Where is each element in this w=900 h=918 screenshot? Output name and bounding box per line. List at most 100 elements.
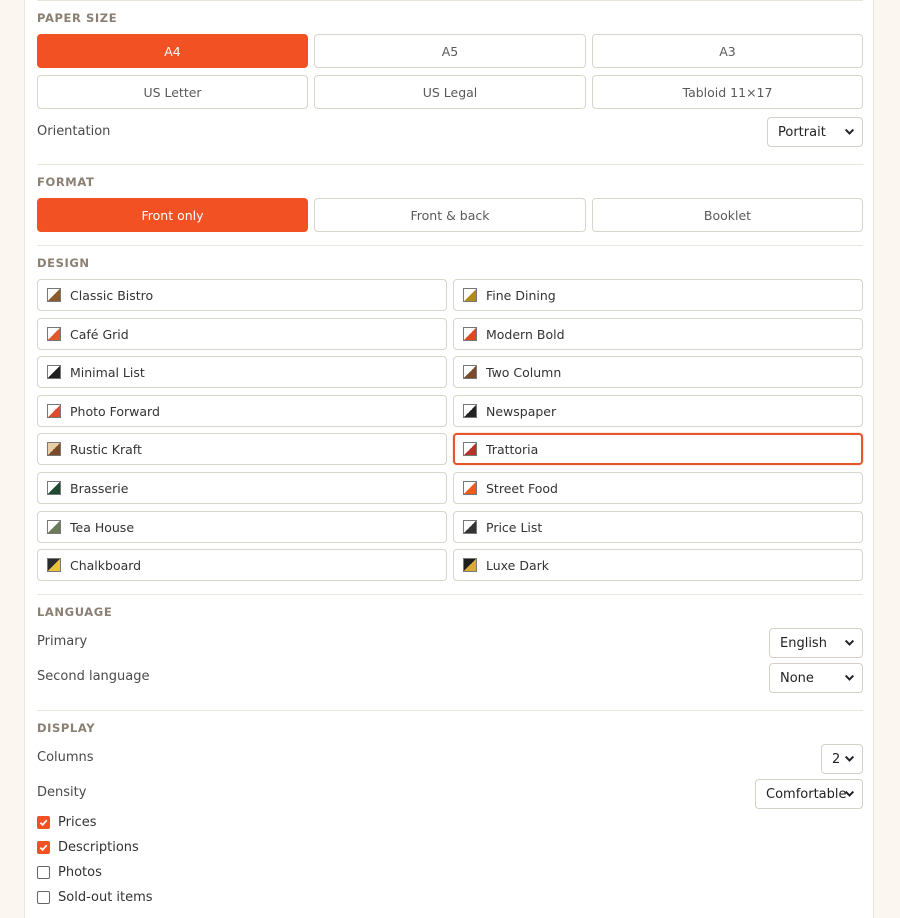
sold-out-items-checkbox[interactable] <box>37 890 50 904</box>
chevron-down-icon <box>844 790 855 797</box>
design-swatch-icon <box>463 558 477 572</box>
checkbox-row-sold-out-items[interactable]: Sold-out items <box>37 888 153 906</box>
design-option-label: Price List <box>486 519 543 535</box>
design-option-label: Modern Bold <box>486 326 565 342</box>
design-option-label: Classic Bistro <box>70 287 154 303</box>
design-swatch-icon <box>47 365 61 379</box>
density-label: Density <box>37 785 87 800</box>
paper-size-tabloid-button[interactable]: Tabloid 11×17 <box>592 75 863 109</box>
settings-panel: PAPER SIZE A4 A5 A3 US Letter US Legal T… <box>24 0 874 918</box>
second-language-select[interactable]: None <box>769 663 863 693</box>
design-option-brasserie[interactable]: Brasserie <box>37 472 447 504</box>
columns-select[interactable]: 2 <box>821 744 863 774</box>
design-swatch-icon <box>463 327 477 341</box>
design-option-label: Two Column <box>486 364 562 380</box>
design-option-cafe-grid[interactable]: Café Grid <box>37 318 447 350</box>
design-option-luxe-dark[interactable]: Luxe Dark <box>453 549 863 581</box>
prices-checkbox[interactable] <box>37 815 50 829</box>
photos-label: Photos <box>58 864 102 880</box>
format-title: FORMAT <box>37 175 95 189</box>
second-language-value: None <box>780 670 814 686</box>
orientation-select[interactable]: Portrait <box>767 117 863 147</box>
design-option-label: Luxe Dark <box>486 557 550 573</box>
design-option-label: Café Grid <box>70 326 129 342</box>
chevron-down-icon <box>844 755 855 762</box>
paper-size-us-letter-button[interactable]: US Letter <box>37 75 308 109</box>
design-swatch-icon <box>463 481 477 495</box>
language-title: LANGUAGE <box>37 605 113 619</box>
design-option-label: Minimal List <box>70 364 145 380</box>
design-swatch-icon <box>47 481 61 495</box>
design-option-trattoria[interactable]: Trattoria <box>453 433 863 465</box>
design-option-label: Rustic Kraft <box>70 441 142 457</box>
design-option-two-column[interactable]: Two Column <box>453 356 863 388</box>
descriptions-checkbox[interactable] <box>37 840 50 854</box>
design-swatch-icon <box>463 365 477 379</box>
paper-size-a5-button[interactable]: A5 <box>314 34 586 68</box>
divider <box>37 594 863 595</box>
design-option-label: Photo Forward <box>70 403 160 419</box>
divider <box>37 710 863 711</box>
design-swatch-icon <box>463 288 477 302</box>
design-swatch-icon <box>463 404 477 418</box>
primary-language-value: English <box>780 635 827 651</box>
divider <box>37 164 863 165</box>
sold-out-items-label: Sold-out items <box>58 889 153 905</box>
checkmark-icon <box>39 819 48 826</box>
design-option-label: Chalkboard <box>70 557 142 573</box>
design-option-street-food[interactable]: Street Food <box>453 472 863 504</box>
format-booklet-button[interactable]: Booklet <box>592 198 863 232</box>
design-swatch-icon <box>47 404 61 418</box>
design-option-rustic-kraft[interactable]: Rustic Kraft <box>37 433 447 465</box>
design-swatch-icon <box>47 288 61 302</box>
chevron-down-icon <box>844 128 855 135</box>
design-option-fine-dining[interactable]: Fine Dining <box>453 279 863 311</box>
design-swatch-icon <box>47 558 61 572</box>
photos-checkbox[interactable] <box>37 865 50 879</box>
paper-size-us-legal-button[interactable]: US Legal <box>314 75 586 109</box>
design-option-classic-bistro[interactable]: Classic Bistro <box>37 279 447 311</box>
density-select[interactable]: Comfortable <box>755 779 863 809</box>
design-option-label: Fine Dining <box>486 287 556 303</box>
design-swatch-icon <box>463 520 477 534</box>
density-value: Comfortable <box>766 786 847 802</box>
design-swatch-icon <box>47 327 61 341</box>
design-swatch-icon <box>47 520 61 534</box>
columns-label: Columns <box>37 750 94 765</box>
orientation-label: Orientation <box>37 124 111 139</box>
display-title: DISPLAY <box>37 721 96 735</box>
design-title: DESIGN <box>37 256 90 270</box>
design-option-label: Brasserie <box>70 480 129 496</box>
chevron-down-icon <box>844 674 855 681</box>
design-option-label: Street Food <box>486 480 558 496</box>
orientation-value: Portrait <box>778 124 826 140</box>
checkbox-row-descriptions[interactable]: Descriptions <box>37 838 139 856</box>
design-option-price-list[interactable]: Price List <box>453 511 863 543</box>
design-option-photo-forward[interactable]: Photo Forward <box>37 395 447 427</box>
design-option-chalkboard[interactable]: Chalkboard <box>37 549 447 581</box>
design-option-tea-house[interactable]: Tea House <box>37 511 447 543</box>
design-option-minimal-list[interactable]: Minimal List <box>37 356 447 388</box>
checkbox-row-prices[interactable]: Prices <box>37 813 97 831</box>
design-option-modern-bold[interactable]: Modern Bold <box>453 318 863 350</box>
paper-size-a4-button[interactable]: A4 <box>37 34 308 68</box>
design-option-label: Newspaper <box>486 403 557 419</box>
prices-label: Prices <box>58 814 97 830</box>
design-option-newspaper[interactable]: Newspaper <box>453 395 863 427</box>
design-swatch-icon <box>463 442 477 456</box>
paper-size-title: PAPER SIZE <box>37 11 118 25</box>
chevron-down-icon <box>844 639 855 646</box>
descriptions-label: Descriptions <box>58 839 139 855</box>
design-option-label: Trattoria <box>486 441 539 457</box>
design-option-label: Tea House <box>70 519 135 535</box>
format-front-only-button[interactable]: Front only <box>37 198 308 232</box>
paper-size-a3-button[interactable]: A3 <box>592 34 863 68</box>
primary-language-select[interactable]: English <box>769 628 863 658</box>
design-swatch-icon <box>47 442 61 456</box>
columns-value: 2 <box>832 751 841 767</box>
format-front-back-button[interactable]: Front & back <box>314 198 586 232</box>
primary-language-label: Primary <box>37 634 88 649</box>
divider <box>37 0 863 1</box>
checkbox-row-photos[interactable]: Photos <box>37 863 102 881</box>
checkmark-icon <box>39 844 48 851</box>
